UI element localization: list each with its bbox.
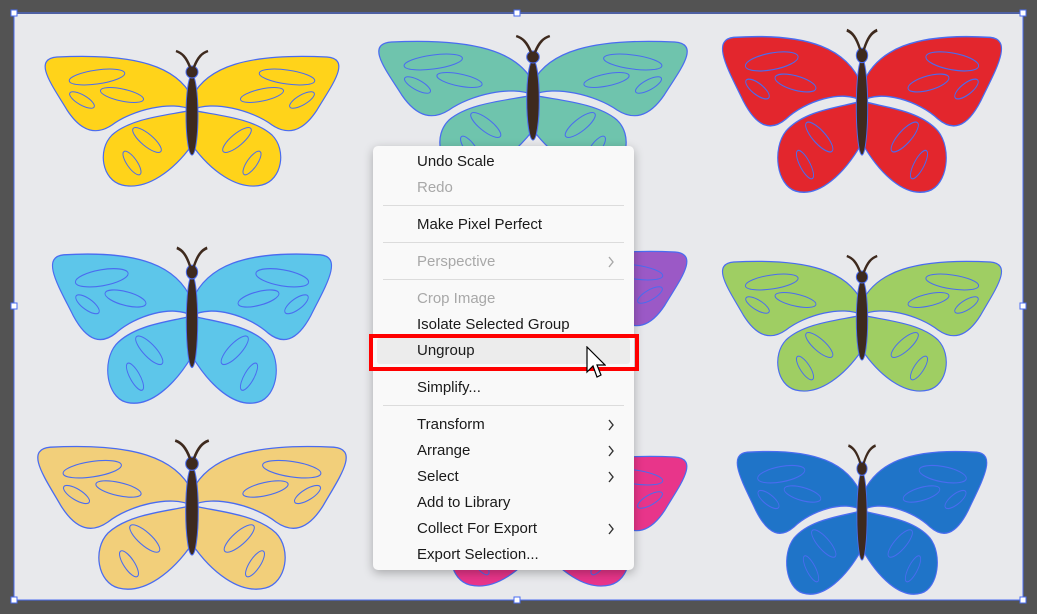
menu-item-crop-image: Crop Image bbox=[417, 290, 496, 307]
handle-middle-left bbox=[10, 302, 18, 310]
submenu-chevron-icon bbox=[608, 256, 614, 268]
menu-item-add-to-library[interactable]: Add to Library bbox=[417, 493, 510, 513]
handle-top-left bbox=[10, 9, 18, 17]
handle-bottom-middle bbox=[513, 596, 521, 604]
submenu-chevron-icon bbox=[608, 523, 614, 535]
submenu-chevron-icon bbox=[608, 419, 614, 431]
handle-bottom-right bbox=[1019, 596, 1027, 604]
menu-item-perspective: Perspective bbox=[417, 253, 496, 270]
menu-separator bbox=[383, 242, 624, 243]
menu-item-select[interactable]: Select bbox=[417, 467, 459, 487]
mouse-pointer-icon bbox=[586, 346, 606, 378]
handle-top-middle bbox=[513, 9, 521, 17]
handle-middle-right bbox=[1019, 302, 1027, 310]
menu-item-simplify[interactable]: Simplify... bbox=[417, 378, 481, 398]
menu-separator bbox=[383, 405, 624, 406]
menu-item-export-selection[interactable]: Export Selection... bbox=[417, 545, 539, 565]
menu-item-collect-for-export[interactable]: Collect For Export bbox=[417, 519, 537, 539]
menu-item-isolate-selected-group[interactable]: Isolate Selected Group bbox=[417, 315, 570, 335]
menu-item-arrange[interactable]: Arrange bbox=[417, 441, 470, 461]
menu-item-make-pixel-perfect[interactable]: Make Pixel Perfect bbox=[417, 215, 542, 235]
submenu-chevron-icon bbox=[608, 445, 614, 457]
menu-item-redo: Redo bbox=[417, 179, 453, 196]
menu-separator bbox=[383, 279, 624, 280]
submenu-chevron-icon bbox=[608, 471, 614, 483]
handle-top-right bbox=[1019, 9, 1027, 17]
menu-separator bbox=[383, 205, 624, 206]
menu-item-transform[interactable]: Transform bbox=[417, 415, 485, 435]
menu-item-undo-scale[interactable]: Undo Scale bbox=[417, 152, 495, 172]
handle-bottom-left bbox=[10, 596, 18, 604]
